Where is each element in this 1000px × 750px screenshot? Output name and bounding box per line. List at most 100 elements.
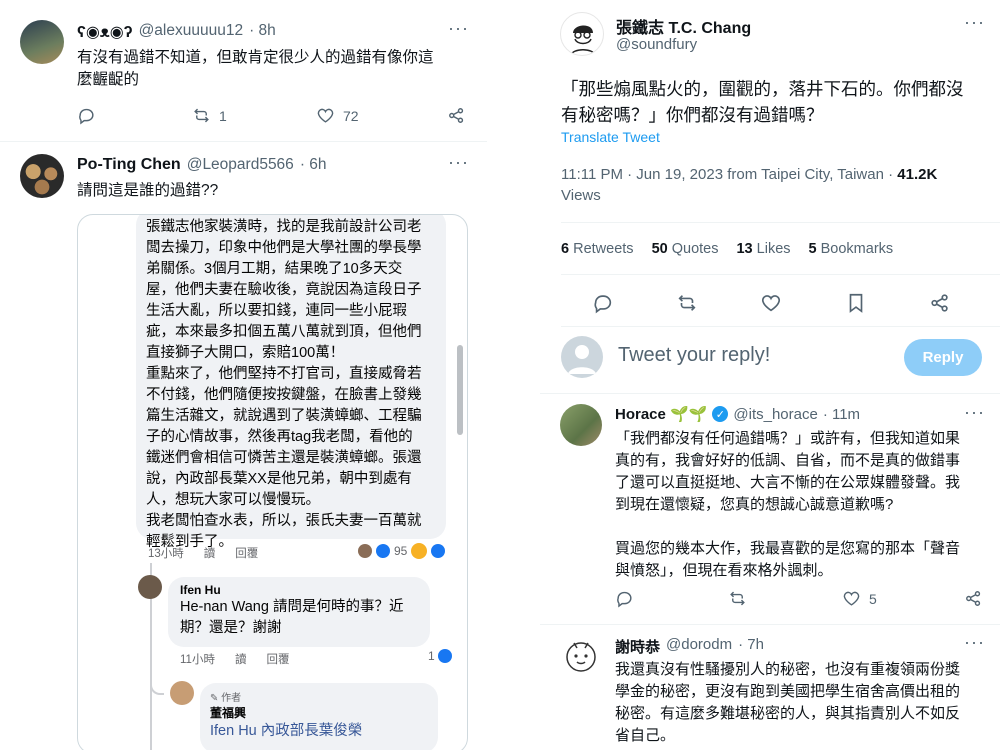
avatar[interactable] xyxy=(560,12,604,56)
display-name[interactable]: ʕ◉ᴥ◉ʔ xyxy=(77,22,133,42)
fb-comment-line: 不付錢，他們隨便按按鍵盤，在臉書上發幾 xyxy=(146,387,422,403)
display-name[interactable]: Horace 🌱🌱 xyxy=(615,405,707,423)
reply-button[interactable] xyxy=(615,589,634,608)
retweet-button[interactable] xyxy=(728,589,747,608)
fb-reply-link[interactable]: 回覆 xyxy=(235,545,258,561)
avatar[interactable] xyxy=(20,154,64,198)
left-screenshot: ʕ◉ᴥ◉ʔ @alexuuuuu12 · 8h ··· 有沒有過錯不知道，但敢肯… xyxy=(0,0,487,750)
more-icon[interactable]: ··· xyxy=(964,632,985,653)
timestamp[interactable]: · 11m xyxy=(823,406,860,423)
fb-comment-bubble: 張鐵志他家裝潢時，找的是我前設計公司老 闆去操刀，印象中他們是大學社團的學長學 弟關… xyxy=(136,215,446,550)
tweet-text-line: 到現在還懷疑，您真的想誠心誠意道歉嗎? xyxy=(615,496,894,513)
retweet-count: 1 xyxy=(219,107,227,124)
timestamp[interactable]: · 6h xyxy=(300,156,327,174)
tweet-text-line: 有沒有過錯不知道，但敢肯定很少人的過錯有像你這 xyxy=(77,49,434,66)
bookmarks-stat[interactable]: 5 Bookmarks xyxy=(809,241,894,257)
translate-link[interactable]: Translate Tweet xyxy=(561,129,660,145)
tweet-text: 我還真沒有性騷擾別人的秘密，也沒有重複領兩份獎 學金的秘密，更沒有跑到美國把學生宿… xyxy=(615,659,990,747)
fb-reply-name[interactable]: Ifen Hu xyxy=(180,583,418,597)
default-avatar[interactable] xyxy=(561,336,603,378)
tweet-text-line: 麼齷齪的 xyxy=(77,71,140,88)
like-count: 72 xyxy=(343,107,359,124)
handle[interactable]: @dorodm xyxy=(666,636,732,657)
likes-stat[interactable]: 13 Likes xyxy=(736,241,790,257)
like-button[interactable]: 72 xyxy=(316,106,359,125)
tweet-text-line: 省自己。 xyxy=(615,727,676,744)
fb-reply-text: 期？還是？謝謝 xyxy=(180,620,282,636)
quotes-stat[interactable]: 50 Quotes xyxy=(652,241,719,257)
divider xyxy=(0,141,487,142)
like-count: 5 xyxy=(869,590,877,607)
more-icon[interactable]: ··· xyxy=(964,402,985,423)
handle[interactable]: @alexuuuuu12 xyxy=(139,22,244,42)
reaction-count: 1 xyxy=(428,649,435,663)
author-handle[interactable]: @soundfury xyxy=(616,36,697,53)
fb-comment-line: 張鐵志他家裝潢時，找的是我前設計公司老 xyxy=(146,219,422,235)
fb-time: 13小時 xyxy=(148,548,184,560)
avatar[interactable] xyxy=(170,681,194,705)
like-reaction-icon xyxy=(431,544,446,558)
fb-reply-text: He-nan Wang 請問是何時的事？近 xyxy=(180,599,404,615)
reply-submit-button[interactable]: Reply xyxy=(904,339,982,376)
more-icon[interactable]: ··· xyxy=(448,18,469,39)
avatar[interactable] xyxy=(560,404,602,446)
author-badge: ✎ 作者 xyxy=(210,693,242,704)
fb-comment-line: 屋，他們夫妻在驗收後，竟說因為這段日子 xyxy=(146,282,422,298)
more-icon[interactable]: ··· xyxy=(964,12,985,33)
heart-icon xyxy=(761,295,781,312)
bookmark-button[interactable] xyxy=(845,292,867,314)
handle[interactable]: @Leopard5566 xyxy=(187,156,294,174)
fb-author-name[interactable]: 董福興 xyxy=(210,704,428,721)
avatar[interactable] xyxy=(20,20,64,64)
retweets-stat[interactable]: 6 Retweets xyxy=(561,241,634,257)
reply-button[interactable] xyxy=(77,106,96,125)
fb-reply-link[interactable]: 回覆 xyxy=(266,651,289,667)
timestamp[interactable]: · 7h xyxy=(738,636,764,657)
like-button[interactable]: 5 xyxy=(842,589,877,608)
display-name[interactable]: 謝時恭 xyxy=(615,636,660,657)
divider xyxy=(561,274,1000,275)
fb-read[interactable]: 讀 xyxy=(204,545,216,561)
fb-comment-line: 鐵迷們會相信可憐苦主還是裝潢蟑螂。張還 xyxy=(146,450,422,466)
retweet-button[interactable]: 1 xyxy=(192,106,227,125)
retweet-button[interactable] xyxy=(676,292,698,314)
divider xyxy=(561,222,1000,223)
like-button[interactable] xyxy=(760,292,782,314)
display-name[interactable]: Po-Ting Chen xyxy=(77,156,181,174)
fb-read[interactable]: 讀 xyxy=(235,651,247,667)
reply-input[interactable]: Tweet your reply! xyxy=(618,344,770,367)
reaction-count: 95 xyxy=(394,544,408,558)
share-icon xyxy=(966,591,981,606)
tweet-meta: 11:11 PM · Jun 19, 2023 from Taipei City… xyxy=(561,164,981,206)
fb-comment-line: 生活大亂，所以要扣錢，連同一些小屁瑕 xyxy=(146,303,407,319)
share-button[interactable] xyxy=(929,292,951,314)
tweet-text-line: 我還真沒有性騷擾別人的秘密，也沒有重複領兩份獎 xyxy=(615,661,961,678)
avatar[interactable] xyxy=(560,634,602,676)
more-icon[interactable]: ··· xyxy=(448,152,469,173)
scrollbar[interactable] xyxy=(457,345,463,435)
timestamp[interactable]: · 8h xyxy=(249,22,276,42)
heart-icon xyxy=(317,108,334,123)
retweet-icon xyxy=(678,295,696,311)
tweet-text-line: 了還可以直挺挺地、大言不慚的在公眾媒體發聲。我 xyxy=(615,474,961,491)
verified-badge-icon: ✓ xyxy=(712,406,729,422)
tweet-text: 「我們都沒有任何過錯嗎？」或許有，但我知道如果 真的有，我會好好的低調、自省，而不… xyxy=(615,428,990,582)
reply-icon xyxy=(79,108,94,125)
fb-comment-line: 直接獅子大開口，索賠100萬！ xyxy=(146,345,345,361)
tweet-text-line: 買過您的幾本大作，我最喜歡的是您寫的那本「聲音 xyxy=(615,540,961,557)
tweet-text-line: 真的有，我會好好的低調、自省，而不是真的做錯事 xyxy=(615,452,961,469)
share-button[interactable] xyxy=(964,589,983,608)
attached-image[interactable]: 張鐵志他家裝潢時，找的是我前設計公司老 闆去操刀，印象中他們是大學社團的學長學 弟關… xyxy=(77,214,468,750)
tweet-timestamp[interactable]: 11:11 PM · Jun 19, 2023 from Taipei City… xyxy=(561,166,897,183)
avatar[interactable] xyxy=(138,575,162,599)
author-name[interactable]: 張鐵志 T.C. Chang xyxy=(616,14,751,38)
reply-icon xyxy=(594,295,612,314)
fb-comment-line: 子的心情故事，然後再tag我老闆，看他的 xyxy=(146,429,413,445)
fb-time: 11小時 xyxy=(180,654,215,666)
fb-comment-line: 我老闆怕查水表，所以，張氏夫妻一百萬就 xyxy=(146,513,422,529)
reply-button[interactable] xyxy=(592,292,614,314)
share-button[interactable] xyxy=(447,106,466,125)
handle[interactable]: @its_horace xyxy=(733,406,817,423)
fb-author-text: Ifen Hu 內政部長葉俊榮 xyxy=(210,723,363,739)
heart-icon xyxy=(843,591,860,606)
